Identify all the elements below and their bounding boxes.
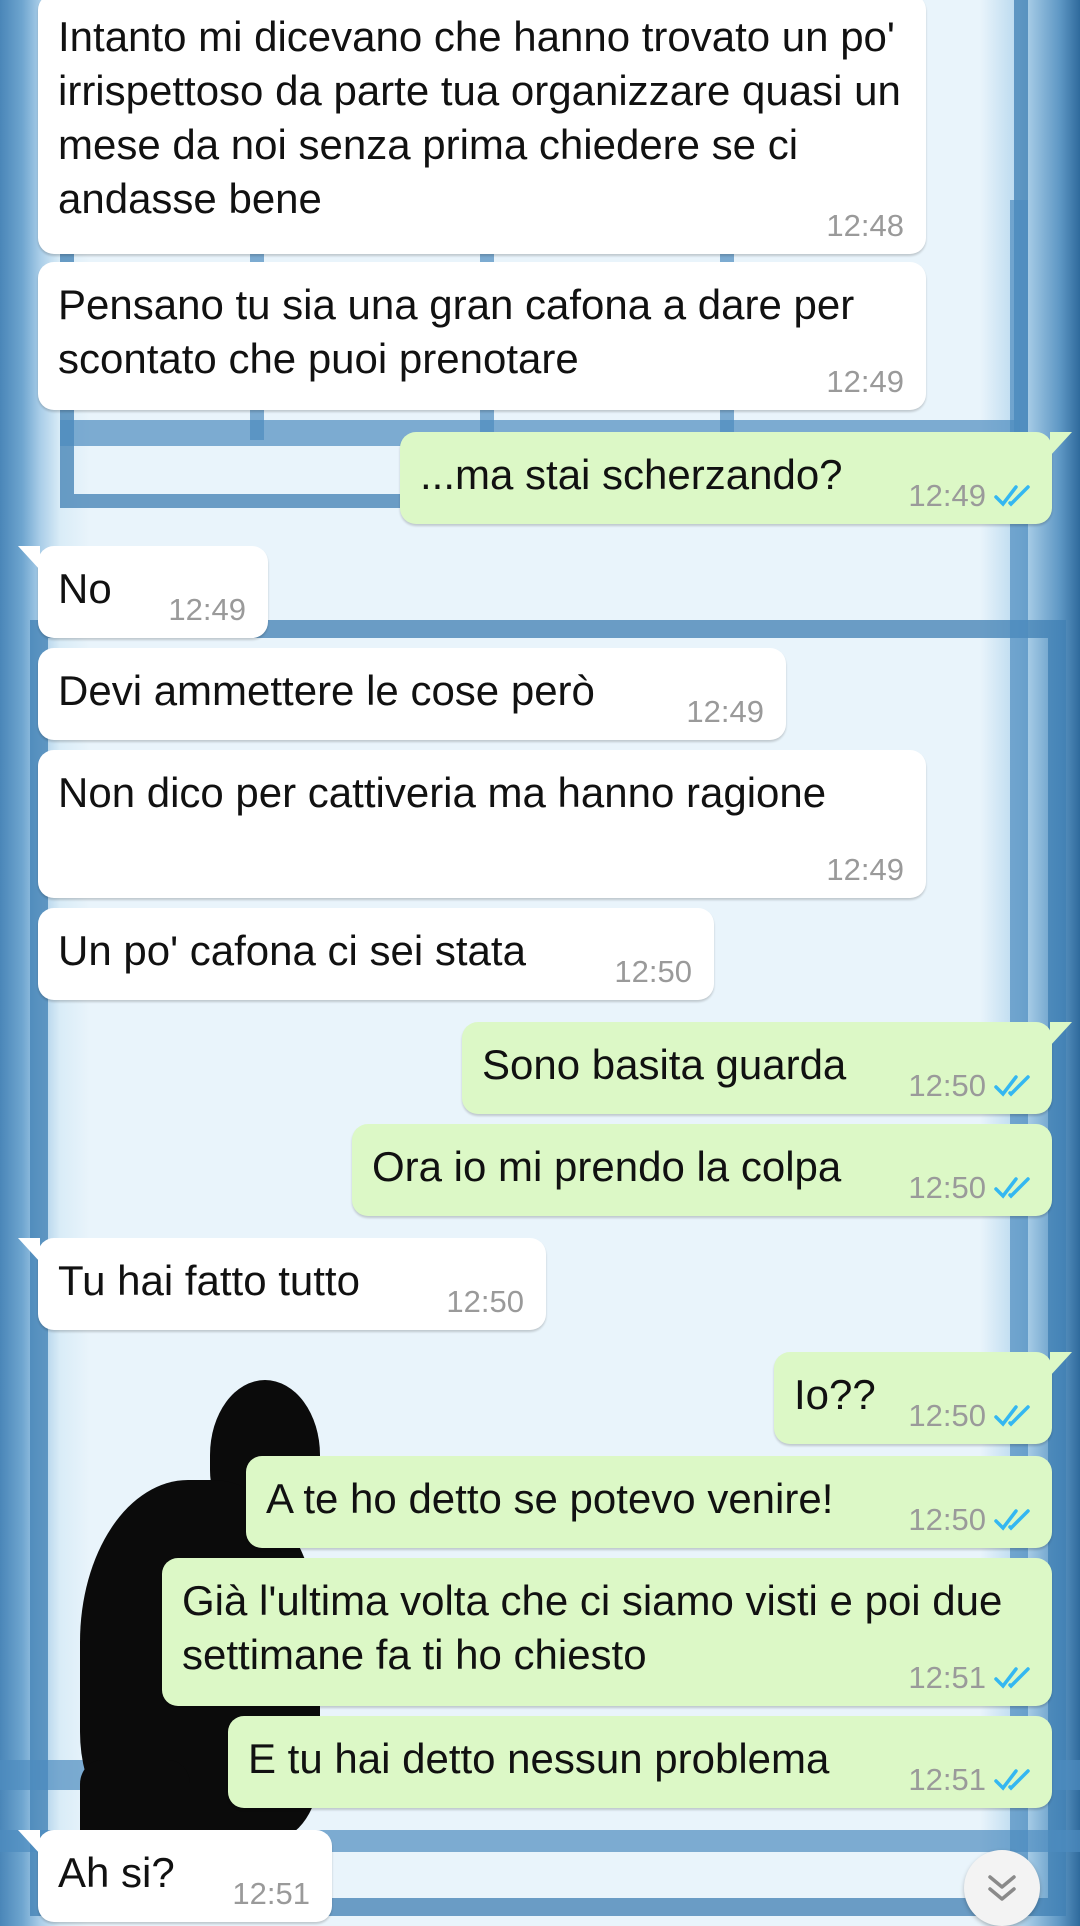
message-timestamp: 12:49 (686, 694, 764, 729)
message-timestamp: 12:50 (908, 1170, 1032, 1206)
message-timestamp: 12:49 (908, 478, 1032, 514)
message-bubble-incoming[interactable]: Non dico per cattiveria ma hanno ragione… (38, 750, 926, 898)
message-bubble-outgoing[interactable]: Ora io mi prendo la colpa 12:50 (352, 1124, 1052, 1216)
message-bubble-incoming[interactable]: Pensano tu sia una gran cafona a dare pe… (38, 262, 926, 410)
message-bubble-incoming[interactable]: Un po' cafona ci sei stata 12:50 (38, 908, 714, 1000)
bubble-tail (1050, 1352, 1072, 1376)
message-timestamp: 12:50 (614, 954, 692, 989)
message-list[interactable]: Intanto mi dicevano che hanno trovato un… (0, 0, 1080, 1926)
message-bubble-incoming[interactable]: No 12:49 (18, 546, 268, 638)
message-text: Già l'ultima volta che ci siamo visti e … (182, 1577, 1015, 1678)
message-timestamp: 12:51 (908, 1762, 1032, 1798)
bubble-tail (18, 1238, 40, 1262)
double-check-icon (994, 1075, 1030, 1097)
message-timestamp: 12:51 (908, 1660, 1032, 1696)
message-bubble-incoming[interactable]: Ah si? 12:51 (18, 1830, 332, 1922)
message-text: Non dico per cattiveria ma hanno ragione (58, 769, 827, 816)
double-chevron-down-icon (988, 1875, 1016, 1901)
message-text: Pensano tu sia una gran cafona a dare pe… (58, 281, 866, 382)
message-bubble-outgoing[interactable]: ...ma stai scherzando? 12:49 (400, 432, 1072, 524)
double-check-icon (994, 1177, 1030, 1199)
message-bubble-outgoing[interactable]: Già l'ultima volta che ci siamo visti e … (162, 1558, 1052, 1706)
message-timestamp: 12:50 (446, 1284, 524, 1319)
message-bubble-outgoing[interactable]: Io?? 12:50 (774, 1352, 1072, 1444)
double-check-icon (994, 1509, 1030, 1531)
message-text: Intanto mi dicevano che hanno trovato un… (58, 13, 913, 222)
message-bubble-outgoing[interactable]: E tu hai detto nessun problema 12:51 (228, 1716, 1052, 1808)
scroll-to-bottom-button[interactable] (964, 1850, 1040, 1926)
message-timestamp: 12:51 (232, 1876, 310, 1911)
bubble-tail (1050, 432, 1072, 456)
bubble-tail (18, 546, 40, 570)
double-check-icon (994, 1405, 1030, 1427)
message-text: Un po' cafona ci sei stata (58, 927, 526, 974)
message-timestamp: 12:49 (826, 852, 904, 887)
message-bubble-incoming[interactable]: Intanto mi dicevano che hanno trovato un… (38, 0, 926, 254)
message-timestamp: 12:49 (826, 364, 904, 399)
double-check-icon (994, 485, 1030, 507)
message-timestamp: 12:49 (168, 592, 246, 627)
message-bubble-incoming[interactable]: Devi ammettere le cose però 12:49 (38, 648, 786, 740)
bubble-tail (18, 1830, 40, 1854)
message-timestamp: 12:50 (908, 1068, 1032, 1104)
message-timestamp: 12:48 (826, 208, 904, 243)
message-text: Devi ammettere le cose però (58, 667, 595, 714)
message-timestamp: 12:50 (908, 1502, 1032, 1538)
double-check-icon (994, 1667, 1030, 1689)
message-bubble-outgoing[interactable]: Sono basita guarda 12:50 (462, 1022, 1072, 1114)
message-bubble-incoming[interactable]: Tu hai fatto tutto 12:50 (18, 1238, 546, 1330)
message-bubble-outgoing[interactable]: A te ho detto se potevo venire! 12:50 (246, 1456, 1052, 1548)
bubble-tail (1050, 1022, 1072, 1046)
message-timestamp: 12:50 (908, 1398, 1032, 1434)
double-check-icon (994, 1769, 1030, 1791)
